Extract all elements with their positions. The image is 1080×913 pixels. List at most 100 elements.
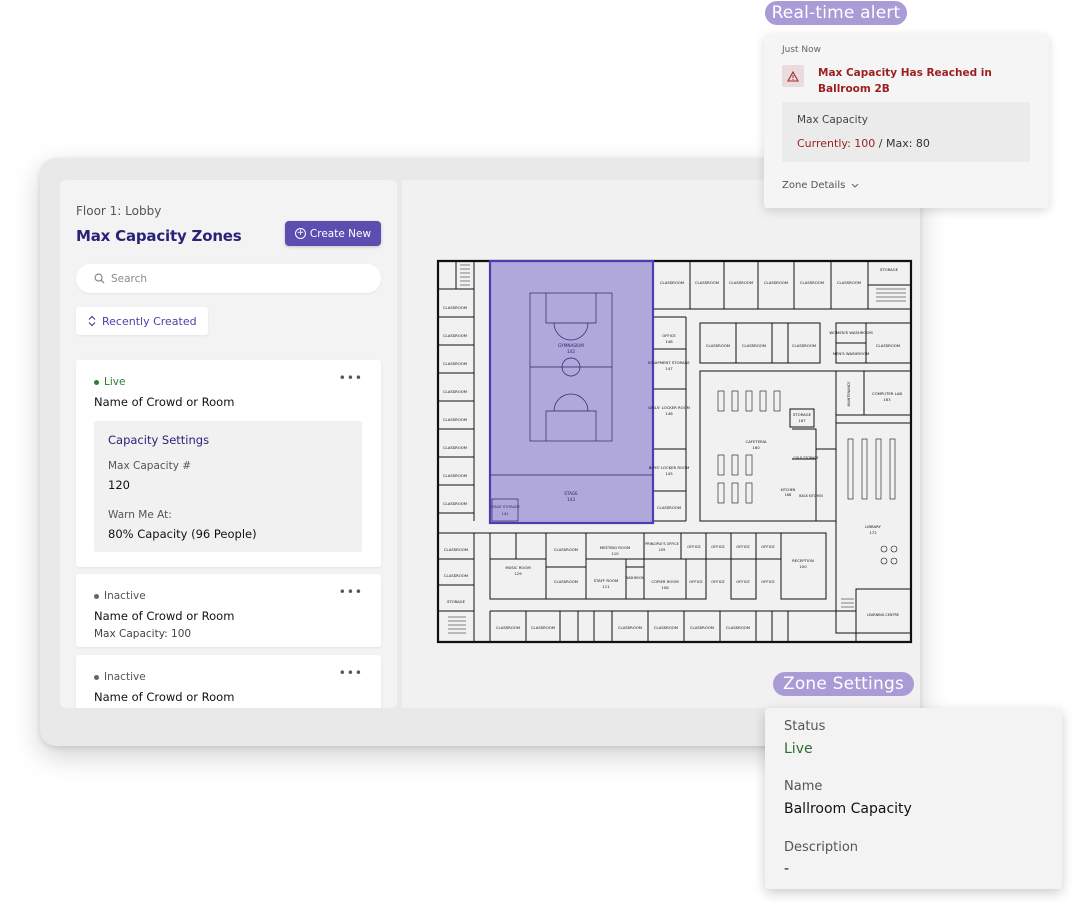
highlighted-zone[interactable] [488,259,655,525]
room-label: PRINCIPLE'S OFFICE [645,542,679,546]
capacity-settings-title: Capacity Settings [108,433,210,447]
room-label: KITCHEN [781,488,796,492]
room-label: CLASSROOM [706,343,730,348]
status-badge: Inactive [94,671,146,683]
alert-capacity-title: Max Capacity [797,114,868,126]
more-options-icon[interactable]: ••• [339,371,363,385]
zone-settings-popup: Status Live Name Ballroom Capacity Descr… [765,708,1062,889]
room-number: 129 [514,571,522,576]
room-label: STAFF ROOM [594,578,619,583]
room-number: 147 [665,366,673,371]
room-label: CLASSROOM [618,625,642,630]
room-label: CLASSROOM [695,280,719,285]
room-label: BACK KITCHEN [799,494,823,498]
room-label: CLASSROOM [443,389,467,394]
room-number: 110 [611,551,619,556]
room-label: OFFICE [736,579,750,584]
room-label: LEARNING CENTRE [867,613,899,617]
status-badge: Inactive [94,590,146,602]
status-dot-icon [94,674,99,680]
room-label: OFFICE [711,579,725,584]
alert-popup: Just Now Max Capacity Has Reached in Bal… [764,34,1049,208]
alert-capacity-values: Currently: 100 / Max: 80 [797,137,930,150]
description-label: Description [784,840,859,855]
capacity-settings-box: Capacity Settings Max Capacity # 120 War… [94,421,362,552]
room-label: RECEPTION [792,558,814,563]
room-number: 146 [665,411,673,416]
room-label: CLASSROOM [654,625,678,630]
room-label: WOMEN'S WASHROOM [829,330,872,335]
create-new-label: Create New [309,227,372,240]
page-title: Max Capacity Zones [76,227,242,245]
room-number: 148 [665,339,673,344]
gymnasium-label: GYMNASIUM [558,343,584,348]
room-label: OFFICE [761,544,775,549]
room-number: 163 [883,397,891,402]
room-label: CLASSROOM [837,280,861,285]
room-label: OFFICE [736,544,750,549]
zone-settings-tag: Zone Settings [773,672,914,696]
max-capacity-text: Max Capacity: 100 [94,628,192,640]
sort-button[interactable]: Recently Created [76,307,208,335]
app-window: Floor 1: Lobby Max Capacity Zones + Crea… [40,158,920,746]
status-dot-icon [94,593,99,599]
room-label: CLASSROOM [660,280,684,285]
zones-sidebar: Floor 1: Lobby Max Capacity Zones + Crea… [60,180,397,708]
room-number: 168 [785,493,791,497]
zone-name: Name of Crowd or Room [94,395,235,409]
status-value: Live [784,741,813,757]
room-label: CLASSROOM [800,280,824,285]
room-label: COPIER ROOM [651,579,678,584]
real-time-alert-tag: Real-time alert [765,1,907,25]
room-label: CLASSROOM [443,473,467,478]
room-label: CLASSROOM [443,417,467,422]
name-value: Ballroom Capacity [784,801,912,817]
status-text: Live [104,376,126,388]
room-label: EQUIPMENT STORAGE [648,360,690,365]
more-options-icon[interactable]: ••• [339,666,363,680]
room-label: CLASSROOM [742,343,766,348]
room-label: CLASSROOM [443,361,467,366]
room-label: CLASSROOM [443,445,467,450]
create-new-button[interactable]: + Create New [285,221,381,246]
more-options-icon[interactable]: ••• [339,585,363,599]
status-label: Status [784,719,826,734]
room-number: 167 [798,418,806,423]
room-number: 108 [661,585,669,590]
plus-circle-icon: + [294,228,306,239]
room-number: 145 [665,471,673,476]
zone-card[interactable]: Live ••• Name of Crowd or Room Capacity … [76,360,381,567]
library-number: 172 [869,530,877,535]
warn-value: 80% Capacity (96 People) [108,527,257,541]
library-label: LIBRARY [865,524,881,529]
max-capacity-value: 120 [108,478,130,492]
search-input[interactable] [111,272,361,285]
room-label: MEN'S WASHROOM [833,351,869,356]
room-label: CLASSROOM [764,280,788,285]
room-number: 109 [659,548,665,552]
zone-card[interactable]: Inactive ••• Name of Crowd or Room Max C… [76,574,381,647]
chevron-down-icon [851,183,859,188]
room-label: MUSIC ROOM [505,565,530,570]
cafeteria-number: 160 [752,445,760,450]
name-label: Name [784,779,823,794]
room-label: CLASSROOM [444,547,468,552]
zone-details-link[interactable]: Zone Details [782,180,859,191]
zone-details-label: Zone Details [782,180,846,191]
floor-label: Floor 1: Lobby [76,204,162,218]
room-label: MEETING ROOM [600,545,630,550]
room-label: WASHROOM [625,576,645,580]
room-label: CLASSROOM [496,625,520,630]
status-text: Inactive [104,590,146,602]
sort-label: Recently Created [102,314,197,328]
description-value: - [784,861,790,877]
room-label: CLASSROOM [726,625,750,630]
alert-capacity-box: Max Capacity Currently: 100 / Max: 80 [782,102,1030,162]
search-box[interactable] [76,264,381,293]
alert-time: Just Now [782,45,822,55]
stage-number: 143 [567,497,575,502]
zone-name: Name of Crowd or Room [94,609,235,623]
zone-card[interactable]: Inactive ••• Name of Crowd or Room [76,655,381,708]
search-icon [94,273,105,284]
room-label: CLASSROOM [876,343,900,348]
